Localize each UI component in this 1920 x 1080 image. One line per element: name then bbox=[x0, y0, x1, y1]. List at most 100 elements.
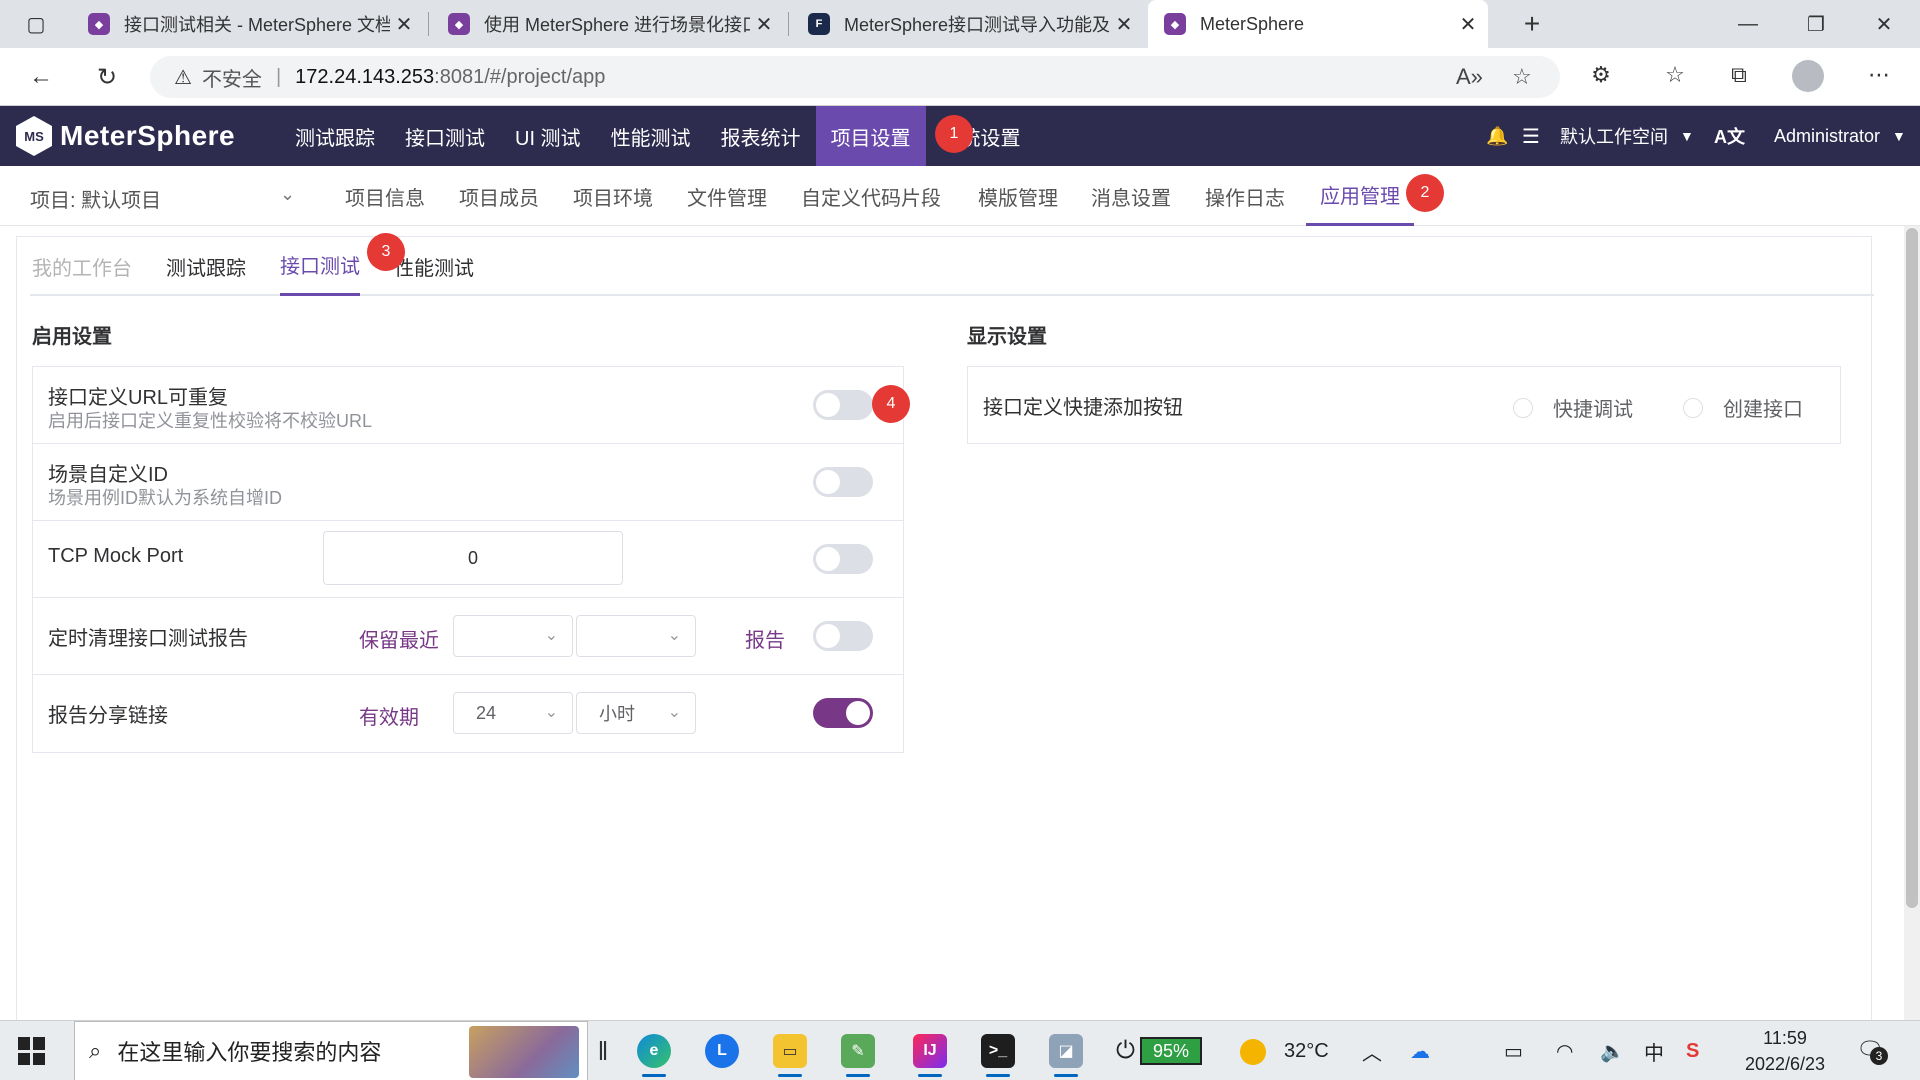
metersphere-icon: ◆ bbox=[1164, 13, 1186, 35]
subnav-project-env[interactable]: 项目环境 bbox=[573, 166, 653, 226]
tab-performance-test[interactable]: 性能测试 bbox=[394, 236, 474, 296]
tcp-mock-port-toggle[interactable] bbox=[813, 544, 873, 574]
share-link-toggle[interactable] bbox=[813, 698, 873, 728]
windows-start-icon[interactable] bbox=[18, 1037, 46, 1065]
radio-create-api[interactable]: 创建接口 bbox=[1683, 393, 1803, 422]
close-icon[interactable]: ✕ bbox=[1454, 12, 1482, 37]
browser-tab-1[interactable]: ◆ 接口测试相关 - MeterSphere 文档 ✕ bbox=[72, 0, 424, 48]
battery-indicator[interactable]: 95% bbox=[1140, 1037, 1202, 1065]
workspace-selector[interactable]: 默认工作空间 ▼ bbox=[1560, 106, 1694, 166]
tab-actions-icon[interactable]: ▢ bbox=[4, 0, 68, 48]
more-icon[interactable]: ⋯ bbox=[1864, 62, 1894, 88]
close-icon[interactable]: ✕ bbox=[390, 12, 418, 37]
taskbar-edge[interactable]: e bbox=[626, 1025, 682, 1077]
taskbar-search[interactable]: ⌕ 在这里输入你要搜索的内容 bbox=[74, 1021, 588, 1080]
taskbar-terminal[interactable]: >_ bbox=[970, 1025, 1026, 1077]
task-list-icon[interactable]: ☰ bbox=[1522, 106, 1540, 166]
tab-api-test[interactable]: 接口测试 bbox=[280, 236, 360, 296]
nav-item-project-settings[interactable]: 项目设置 bbox=[815, 106, 926, 166]
browser-tab-4[interactable]: ◆ MeterSphere ✕ bbox=[1148, 0, 1488, 48]
chevron-down-icon[interactable]: ⌄ bbox=[280, 184, 295, 205]
nav-item-performance-test[interactable]: 性能测试 bbox=[596, 106, 706, 166]
subnav-operation-log[interactable]: 操作日志 bbox=[1205, 166, 1285, 226]
taskbar: ⌕ 在这里输入你要搜索的内容 ‖ e L ▭ ✎ IJ >_ ◪ ⏻ 95% 3… bbox=[0, 1020, 1920, 1080]
tab-my-workbench[interactable]: 我的工作台 bbox=[32, 236, 132, 296]
subnav-project-info[interactable]: 项目信息 bbox=[345, 166, 425, 226]
search-highlight-image bbox=[469, 1026, 579, 1078]
logo[interactable]: MS MeterSphere bbox=[16, 116, 235, 156]
tcp-mock-port-input[interactable]: 0 bbox=[323, 531, 623, 585]
radio-quick-debug[interactable]: 快捷调试 bbox=[1513, 393, 1633, 422]
battery-tray-icon[interactable]: ▭ bbox=[1504, 1021, 1523, 1080]
url-repeatable-toggle[interactable] bbox=[813, 390, 873, 420]
favorite-add-icon[interactable]: ☆ bbox=[1512, 64, 1532, 90]
setting-label: 接口定义URL可重复 bbox=[48, 387, 229, 409]
clock[interactable]: 11:59 2022/6/23 bbox=[1730, 1025, 1840, 1077]
taskbar-file-explorer[interactable]: ▭ bbox=[762, 1025, 818, 1077]
window-close-icon[interactable]: ✕ bbox=[1854, 0, 1914, 48]
subnav-file-management[interactable]: 文件管理 bbox=[687, 166, 767, 226]
reload-icon[interactable]: ↻ bbox=[86, 56, 128, 98]
taskbar-notepad[interactable]: ✎ bbox=[830, 1025, 886, 1077]
nav-item-ui-test[interactable]: UI 测试 bbox=[500, 106, 596, 166]
tab-separator bbox=[428, 12, 429, 36]
nav-item-test-track[interactable]: 测试跟踪 bbox=[280, 106, 390, 166]
url-field[interactable]: ⚠ 不安全 | 172.24.143.253 :8081/#/project/a… bbox=[150, 56, 1560, 98]
search-placeholder: 在这里输入你要搜索的内容 bbox=[117, 1040, 382, 1065]
share-duration-select[interactable]: 24 ⌄ bbox=[453, 692, 573, 734]
new-tab-icon[interactable]: + bbox=[1502, 0, 1562, 48]
collections-icon[interactable]: ⧉ bbox=[1724, 62, 1754, 88]
report-cleanup-toggle[interactable] bbox=[813, 621, 873, 651]
minimize-icon[interactable]: — bbox=[1718, 0, 1778, 48]
cloud-sync-icon[interactable]: ☁ bbox=[1410, 1021, 1430, 1080]
back-icon[interactable]: ← bbox=[20, 56, 62, 98]
subnav-app-management[interactable]: 应用管理 bbox=[1306, 166, 1414, 226]
ime-indicator[interactable]: 中 bbox=[1644, 1021, 1664, 1080]
tab-separator bbox=[788, 12, 789, 36]
read-aloud-icon[interactable]: A» bbox=[1456, 64, 1483, 90]
extensions-icon[interactable]: ⚙ bbox=[1586, 62, 1616, 88]
share-unit-select[interactable]: 小时 ⌄ bbox=[576, 692, 696, 734]
cleanup-unit-select[interactable]: ⌄ bbox=[576, 615, 696, 657]
close-icon[interactable]: ✕ bbox=[1110, 12, 1138, 37]
language-icon[interactable]: A文 bbox=[1714, 106, 1745, 166]
volume-icon[interactable]: 🔈 bbox=[1600, 1021, 1625, 1080]
setting-row-url-repeatable: 接口定义URL可重复 启用后接口定义重复性校验将不校验URL bbox=[33, 367, 903, 444]
chevron-up-icon[interactable]: ︿ bbox=[1362, 1021, 1382, 1080]
power-plug-icon[interactable]: ⏻ bbox=[1116, 1021, 1135, 1080]
app-gray-icon: ◪ bbox=[1049, 1034, 1083, 1068]
browser-tab-3[interactable]: F MeterSphere接口测试导入功能及 ✕ bbox=[792, 0, 1144, 48]
browser-tab-2[interactable]: ◆ 使用 MeterSphere 进行场景化接口测试 ✕ bbox=[432, 0, 784, 48]
restore-icon[interactable]: ❐ bbox=[1786, 0, 1846, 48]
taskbar-intellij[interactable]: IJ bbox=[902, 1025, 958, 1077]
taskbar-app-blue[interactable]: L bbox=[694, 1025, 750, 1077]
notification-bell-icon[interactable]: 🔔 bbox=[1486, 106, 1508, 166]
temperature[interactable]: 32°C bbox=[1284, 1021, 1329, 1080]
cleanup-quantity-select[interactable]: ⌄ bbox=[453, 615, 573, 657]
sogou-input-icon[interactable]: S bbox=[1686, 1021, 1699, 1080]
nav-item-reports[interactable]: 报表统计 bbox=[706, 106, 816, 166]
scenario-custom-id-toggle[interactable] bbox=[813, 467, 873, 497]
scrollbar-thumb[interactable] bbox=[1906, 228, 1918, 908]
taskbar-app-gray[interactable]: ◪ bbox=[1038, 1025, 1094, 1077]
notification-center-icon[interactable]: 🗨 3 bbox=[1856, 1037, 1888, 1065]
wifi-icon[interactable]: ◠ bbox=[1556, 1021, 1573, 1080]
favorites-icon[interactable]: ☆ bbox=[1660, 62, 1690, 88]
enable-settings-title: 启用设置 bbox=[32, 326, 112, 348]
setting-label: 报告分享链接 bbox=[48, 705, 168, 727]
nav-item-api-test[interactable]: 接口测试 bbox=[390, 106, 500, 166]
profile-avatar[interactable] bbox=[1792, 60, 1824, 92]
metersphere-icon: ◆ bbox=[88, 13, 110, 35]
close-icon[interactable]: ✕ bbox=[750, 12, 778, 37]
project-selector[interactable]: 项目: 默认项目 bbox=[30, 184, 161, 213]
weather-sun-icon[interactable] bbox=[1240, 1039, 1266, 1065]
user-menu[interactable]: Administrator ▼ bbox=[1774, 106, 1906, 166]
chevron-down-icon: ⌄ bbox=[544, 704, 558, 721]
task-view-icon[interactable]: ‖ bbox=[596, 1025, 610, 1077]
setting-description: 启用后接口定义重复性校验将不校验URL bbox=[48, 411, 373, 431]
subnav-templates[interactable]: 模版管理 bbox=[978, 166, 1058, 226]
subnav-project-members[interactable]: 项目成员 bbox=[459, 166, 539, 226]
tab-test-track[interactable]: 测试跟踪 bbox=[166, 236, 246, 296]
subnav-custom-code[interactable]: 自定义代码片段 bbox=[801, 166, 941, 226]
subnav-message-settings[interactable]: 消息设置 bbox=[1091, 166, 1171, 226]
